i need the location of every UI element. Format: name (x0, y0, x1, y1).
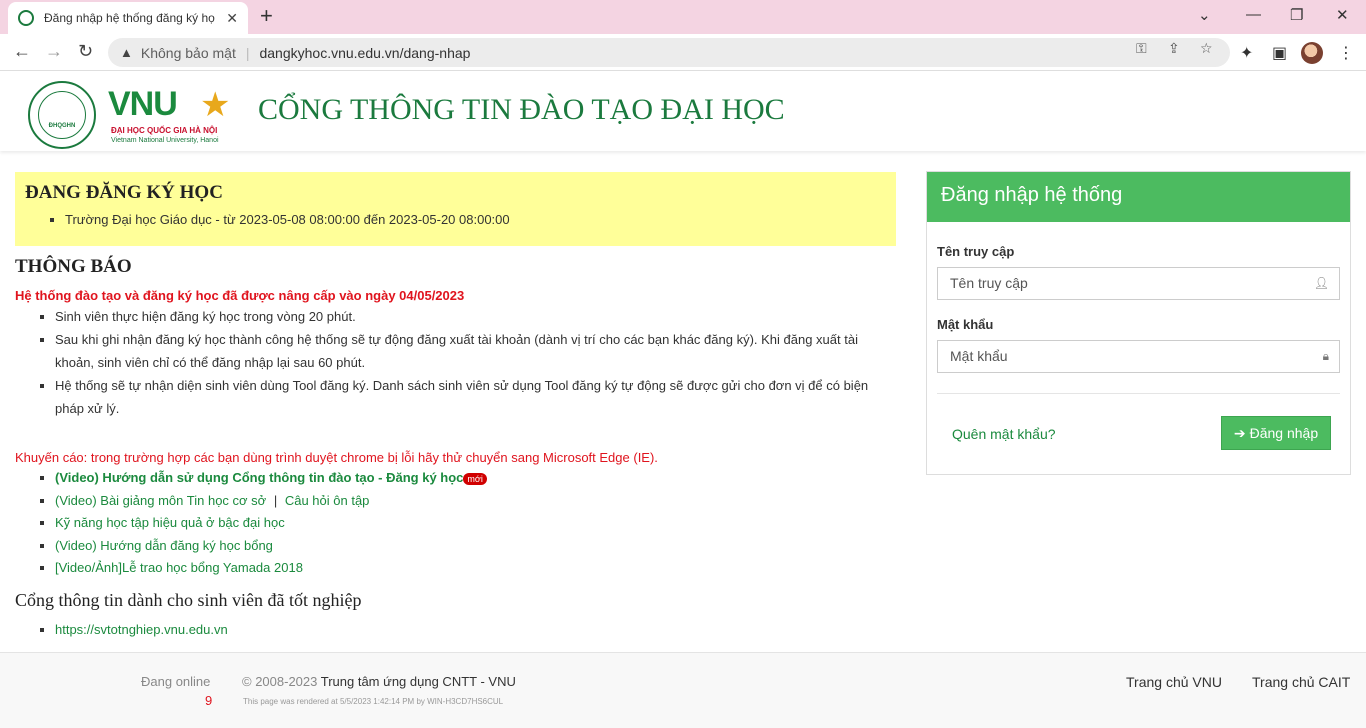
registration-heading: ĐANG ĐĂNG KÝ HỌC (25, 182, 223, 203)
cait-home-link[interactable]: Trang chủ CAIT (1252, 674, 1350, 690)
bookmark-star-icon[interactable]: ☆ (1200, 40, 1213, 57)
vnu-logo-text[interactable]: VNU (108, 85, 178, 124)
site-header: ĐHQGHN VNU ★ ĐẠI HỌC QUỐC GIA HÀ NỘI Vie… (0, 71, 1366, 151)
notice-item: Sau khi ghi nhận đăng ký học thành công … (55, 328, 895, 374)
yamada-link[interactable]: [Video/Ảnh]Lễ trao học bổng Yamada 2018 (55, 560, 303, 575)
password-placeholder: Mật khẩu (950, 348, 1008, 364)
render-info: This page was rendered at 5/5/2023 1:42:… (243, 697, 504, 706)
browser-tab-bar: Đăng nhập hệ thống đăng ký họ ✕ + ⌄ — ❐ … (0, 0, 1366, 34)
resource-links: (Video) Hướng dẫn sử dụng Cổng thông tin… (55, 467, 895, 580)
quiz-link[interactable]: Câu hỏi ôn tập (285, 493, 370, 508)
browser-tab[interactable]: Đăng nhập hệ thống đăng ký họ ✕ (8, 2, 248, 34)
side-panel-icon[interactable]: ▣ (1272, 43, 1287, 63)
tab-title: Đăng nhập hệ thống đăng ký họ (44, 11, 215, 25)
copyright-years: © 2008-2023 (242, 674, 318, 689)
notice-item: Hệ thống sẽ tự nhận diện sinh viên dùng … (55, 374, 895, 420)
portal-title: CỔNG THÔNG TIN ĐÀO TẠO ĐẠI HỌC (258, 93, 785, 126)
vnu-name-vi: ĐẠI HỌC QUỐC GIA HÀ NỘI (111, 126, 218, 135)
security-label[interactable]: Không bảo mật (141, 45, 236, 61)
graduate-list: https://svtotnghiep.vnu.edu.vn (55, 619, 228, 641)
menu-icon[interactable]: ⋮ (1338, 43, 1354, 63)
login-button[interactable]: ➔ Đăng nhập (1221, 416, 1331, 450)
online-label: Đang online (141, 674, 211, 689)
notice-heading: THÔNG BÁO (15, 256, 132, 277)
list-item: [Video/Ảnh]Lễ trao học bổng Yamada 2018 (55, 557, 895, 580)
new-badge: mới (463, 472, 487, 485)
site-favicon-icon (18, 10, 34, 26)
divider (937, 393, 1340, 394)
share-icon[interactable]: ⇪ (1168, 40, 1180, 57)
forgot-password-link[interactable]: Quên mật khẩu? (952, 426, 1056, 442)
close-tab-icon[interactable]: ✕ (226, 10, 238, 27)
graduate-portal-link[interactable]: https://svtotnghiep.vnu.edu.vn (55, 622, 228, 637)
user-icon: 👤︎ (1313, 276, 1329, 290)
login-button-label: Đăng nhập (1249, 425, 1319, 441)
list-item: (Video) Hướng dẫn đăng ký học bổng (55, 535, 895, 558)
scholarship-link[interactable]: (Video) Hướng dẫn đăng ký học bổng (55, 538, 273, 553)
lock-icon: 🔒︎ (1322, 349, 1329, 363)
back-icon[interactable]: ← (13, 41, 31, 62)
extensions-icon[interactable]: ✦ (1240, 43, 1253, 63)
username-label: Tên truy cập (937, 244, 1015, 259)
login-heading: Đăng nhập hệ thống (927, 172, 1350, 222)
registration-list: Trường Đại học Giáo dục - từ 2023-05-08 … (65, 212, 886, 227)
registration-item: Trường Đại học Giáo dục - từ 2023-05-08 … (65, 212, 886, 227)
registration-box: ĐANG ĐĂNG KÝ HỌC Trường Đại học Giáo dục… (15, 172, 896, 246)
vnu-home-link[interactable]: Trang chủ VNU (1126, 674, 1222, 690)
emblem-inner-ring (38, 91, 86, 139)
video-guide-link[interactable]: (Video) Hướng dẫn sử dụng Cổng thông tin… (55, 470, 463, 485)
username-input[interactable]: Tên truy cập 👤︎ (937, 267, 1340, 300)
emblem-abbr: ĐHQGHN (48, 123, 76, 129)
url-text[interactable]: dangkyhoc.vnu.edu.vn/dang-nhap (259, 45, 470, 61)
online-count: 9 (205, 693, 213, 708)
address-divider: | (245, 44, 250, 61)
new-tab-icon[interactable]: + (260, 5, 273, 27)
notice-list: Sinh viên thực hiện đăng ký học trong vò… (55, 305, 895, 420)
list-item: Kỹ năng học tập hiệu quả ở bậc đại học (55, 512, 895, 535)
login-panel: Đăng nhập hệ thống Tên truy cập Tên truy… (926, 171, 1351, 475)
tab-search-icon[interactable]: ⌄ (1198, 6, 1211, 24)
copyright: © 2008-2023 Trung tâm ứng dụng CNTT - VN… (242, 674, 516, 689)
upgrade-notice: Hệ thống đào tạo và đăng ký học đã được … (15, 288, 465, 303)
list-item: (Video) Hướng dẫn sử dụng Cổng thông tin… (55, 467, 895, 490)
key-icon[interactable]: ⚿ (1136, 40, 1147, 57)
skills-link[interactable]: Kỹ năng học tập hiệu quả ở bậc đại học (55, 515, 285, 530)
star-icon: ★ (200, 86, 231, 124)
address-bar[interactable]: ▲ Không bảo mật | dangkyhoc.vnu.edu.vn/d… (108, 38, 1230, 67)
forward-icon[interactable]: → (45, 41, 63, 62)
username-placeholder: Tên truy cập (950, 275, 1028, 291)
password-input[interactable]: Mật khẩu 🔒︎ (937, 340, 1340, 373)
restore-icon[interactable]: ❐ (1290, 6, 1303, 24)
minimize-icon[interactable]: — (1246, 6, 1261, 23)
profile-avatar[interactable] (1301, 42, 1323, 64)
password-label: Mật khẩu (937, 317, 994, 332)
footer: Đang online 9 © 2008-2023 Trung tâm ứng … (0, 652, 1366, 728)
list-item: https://svtotnghiep.vnu.edu.vn (55, 619, 228, 641)
graduate-heading: Cổng thông tin dành cho sinh viên đã tốt… (15, 590, 362, 610)
warning-icon[interactable]: ▲ (120, 45, 133, 60)
sign-in-icon: ➔ (1233, 424, 1246, 441)
vnu-name-en: Vietnam National University, Hanoi (111, 137, 219, 144)
list-item: (Video) Bài giảng môn Tin học cơ sở | Câ… (55, 490, 895, 513)
browser-toolbar: ← → ↻ ▲ Không bảo mật | dangkyhoc.vnu.ed… (0, 34, 1366, 71)
lecture-link[interactable]: (Video) Bài giảng môn Tin học cơ sở (55, 493, 266, 508)
notice-item: Sinh viên thực hiện đăng ký học trong vò… (55, 305, 895, 328)
reload-icon[interactable]: ↻ (78, 41, 93, 62)
copyright-org: Trung tâm ứng dụng CNTT - VNU (320, 674, 516, 689)
browser-advice: Khuyến cáo: trong trường hợp các bạn dùn… (15, 450, 658, 465)
vnu-emblem-logo[interactable]: ĐHQGHN (28, 81, 96, 149)
close-window-icon[interactable]: ✕ (1336, 6, 1349, 24)
link-separator: | (273, 492, 278, 508)
